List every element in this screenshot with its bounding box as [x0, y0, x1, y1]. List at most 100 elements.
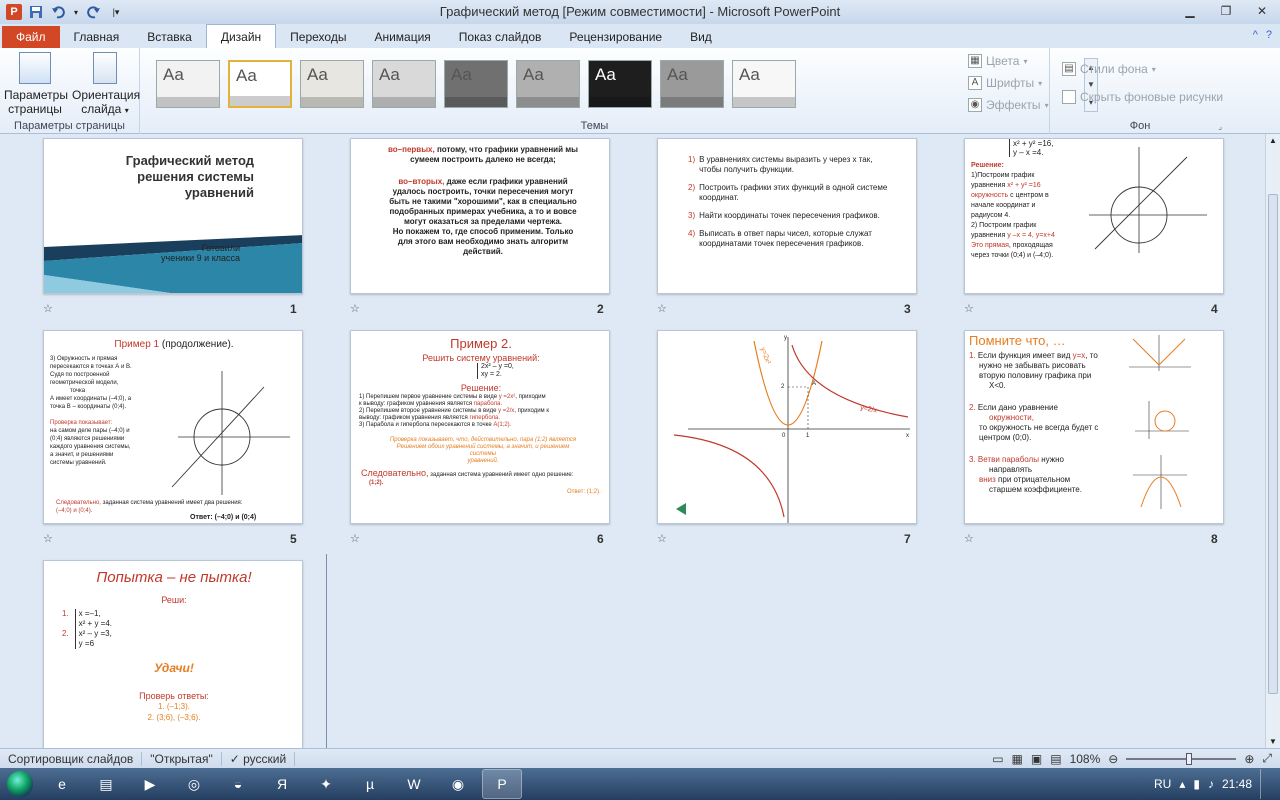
slide-thumbnail-6[interactable]: Пример 2. Решить систему уравнений: 2x² … [350, 330, 610, 524]
slide8-abs-graph [1129, 335, 1191, 371]
tab-file[interactable]: Файл [2, 26, 60, 48]
slideshow-view-icon[interactable]: ▤ [1050, 752, 1061, 766]
show-desktop-icon[interactable] [1260, 769, 1270, 799]
taskbar-chrome-icon[interactable]: ◎ [174, 769, 214, 799]
slide4-eq1: x² + y² =16, [1013, 139, 1054, 148]
theme-thumbnail-label: Aa [739, 65, 760, 84]
page-setup-button[interactable]: Параметры страницы [4, 52, 68, 116]
slide-orientation-icon [93, 52, 117, 84]
page-setup-label-2: страницы [8, 102, 62, 116]
taskbar-explorer-icon[interactable]: ▤ [86, 769, 126, 799]
taskbar-app2-icon[interactable]: ✦ [306, 769, 346, 799]
theme-thumbnail[interactable]: Aa [372, 60, 436, 108]
normal-view-icon[interactable]: ▭ [992, 752, 1003, 766]
background-styles-button[interactable]: ▤ Стили фона ▾ [1062, 62, 1156, 76]
taskbar-ie-icon[interactable]: e [42, 769, 82, 799]
vertical-scrollbar[interactable]: ▲ ▼ [1265, 134, 1280, 748]
theme-thumbnail[interactable]: Aa [444, 60, 508, 108]
tab-home[interactable]: Главная [60, 26, 134, 48]
tab-view[interactable]: Вид [676, 26, 726, 48]
zoom-slider[interactable] [1126, 752, 1237, 765]
tab-animation[interactable]: Анимация [360, 26, 444, 48]
theme-thumbnail[interactable]: Aa [156, 60, 220, 108]
slide-sorter-view-icon[interactable]: ▦ [1012, 752, 1023, 766]
tab-design[interactable]: Дизайн [205, 24, 277, 48]
slide-thumbnail-2[interactable]: во–первых, потому, что графики уравнений… [350, 138, 610, 294]
slide-thumbnail-5[interactable]: Пример 1 (продолжение). 3) Окружность и … [43, 330, 303, 524]
system-tray: RU ▴ ▮ ♪ 21:48 [1154, 768, 1280, 800]
taskbar-app-icon[interactable]: ◒ [218, 769, 258, 799]
zoom-level[interactable]: 108% [1070, 752, 1101, 766]
slide-orientation-button[interactable]: Ориентация слайда ▾ [72, 52, 140, 118]
slide5-b4: каждого уравнения системы, [50, 444, 131, 450]
network-icon[interactable]: ▮ [1193, 777, 1200, 791]
minimize-icon[interactable]: ▁ [1172, 0, 1208, 22]
background-styles-icon: ▤ [1062, 62, 1076, 76]
reading-view-icon[interactable]: ▣ [1031, 752, 1042, 766]
scroll-up-icon[interactable]: ▲ [1269, 136, 1277, 145]
slide-thumbnail-1[interactable]: Графический метод решения системы уравне… [43, 138, 303, 294]
hide-background-checkbox[interactable]: Скрыть фоновые рисунки [1062, 90, 1223, 104]
clock[interactable]: 21:48 [1222, 777, 1252, 791]
undo-icon[interactable] [50, 4, 66, 20]
slide-thumbnail-4[interactable]: x² + y² =16, y – x =4. Решение: 1)Постро… [964, 138, 1224, 294]
slide1-number: 1 [290, 302, 297, 316]
theme-effects-button[interactable]: ◉ Эффекты ▾ [968, 98, 1049, 112]
tab-transitions[interactable]: Переходы [276, 26, 360, 48]
checkbox-icon [1062, 90, 1076, 104]
taskbar-firefox-icon[interactable]: ◉ [438, 769, 478, 799]
undo-dropdown-icon[interactable]: ▾ [72, 4, 80, 20]
theme-thumbnail[interactable]: Aa [228, 60, 292, 108]
maximize-icon[interactable]: ❐ [1208, 0, 1244, 22]
start-button[interactable] [0, 768, 40, 800]
taskbar-word-icon[interactable]: W [394, 769, 434, 799]
tab-insert[interactable]: Вставка [133, 26, 206, 48]
tray-chevron-icon[interactable]: ▴ [1179, 777, 1185, 791]
theme-fonts-button[interactable]: A Шрифты ▾ [968, 76, 1042, 90]
slide-thumbnail-9[interactable]: Попытка – не пытка! Реши: 1. x =–1, x² + y… [43, 560, 303, 748]
input-language[interactable]: RU [1154, 777, 1171, 791]
taskbar-yandex-icon[interactable]: Я [262, 769, 302, 799]
theme-thumbnail[interactable]: Aa [732, 60, 796, 108]
theme-thumbnail[interactable]: Aa [516, 60, 580, 108]
powerpoint-app-icon[interactable]: P [6, 4, 22, 20]
taskbar-torrent-icon[interactable]: µ [350, 769, 390, 799]
collapse-ribbon-icon[interactable]: ^ [1253, 29, 1258, 41]
fonts-icon: A [968, 76, 982, 90]
tab-review[interactable]: Рецензирование [555, 26, 676, 48]
slide6-f2: заданная система уравнений имеет одно ре… [428, 472, 574, 478]
close-icon[interactable]: ✕ [1244, 0, 1280, 22]
slide4-p2-red: x² + y² =16 [1007, 182, 1041, 189]
volume-icon[interactable]: ♪ [1208, 777, 1214, 791]
dialog-launcher-icon[interactable]: ⌟ [1218, 122, 1222, 131]
theme-thumbnail-label: Aa [307, 65, 328, 84]
theme-thumbnail[interactable]: Aa [660, 60, 724, 108]
slide7-x-label: x [906, 433, 909, 439]
fit-to-window-icon[interactable]: ⤢ [1262, 751, 1272, 766]
theme-thumbnail-label: Aa [595, 65, 616, 84]
scrollbar-thumb[interactable] [1268, 194, 1278, 694]
customize-qat-icon[interactable]: |▾ [108, 4, 124, 20]
zoom-in-icon[interactable]: ⊕ [1244, 752, 1254, 766]
group-themes: Aa Aa Aa Aa Aa Aa Aa Aa Aa ▲ ▼ ▾ ▦ Цвета ▾ A Шрифты… [140, 48, 1098, 134]
help-icon[interactable]: ? [1266, 29, 1272, 41]
zoom-out-icon[interactable]: ⊖ [1108, 752, 1118, 766]
chevron-down-icon: ▾ [124, 106, 129, 115]
status-language[interactable]: ✓ русский [222, 751, 296, 766]
save-icon[interactable] [28, 4, 44, 20]
slide2-line10: действий. [463, 247, 503, 256]
slide-thumbnail-8[interactable]: Помните что, … 1. Если функция имеет вид… [964, 330, 1224, 524]
scroll-down-icon[interactable]: ▼ [1269, 737, 1277, 746]
slide-thumbnail-7[interactable]: y=2x² y=2/x y x A 2 1 0 [657, 330, 917, 524]
taskbar-powerpoint-icon[interactable]: P [482, 769, 522, 799]
theme-colors-button[interactable]: ▦ Цвета ▾ [968, 54, 1027, 68]
slide3-step1-num: 1) [688, 155, 696, 164]
tab-slideshow[interactable]: Показ слайдов [445, 26, 556, 48]
slide2-line5: быть не такими "хорошими", как в специал… [389, 197, 577, 206]
theme-thumbnail[interactable]: Aa [300, 60, 364, 108]
taskbar-media-player-icon[interactable]: ▶ [130, 769, 170, 799]
zoom-slider-thumb[interactable] [1186, 752, 1193, 765]
redo-icon[interactable] [86, 4, 102, 20]
slide-thumbnail-3[interactable]: 1) В уравнениях системы выразить y через … [657, 138, 917, 294]
theme-thumbnail[interactable]: Aa [588, 60, 652, 108]
